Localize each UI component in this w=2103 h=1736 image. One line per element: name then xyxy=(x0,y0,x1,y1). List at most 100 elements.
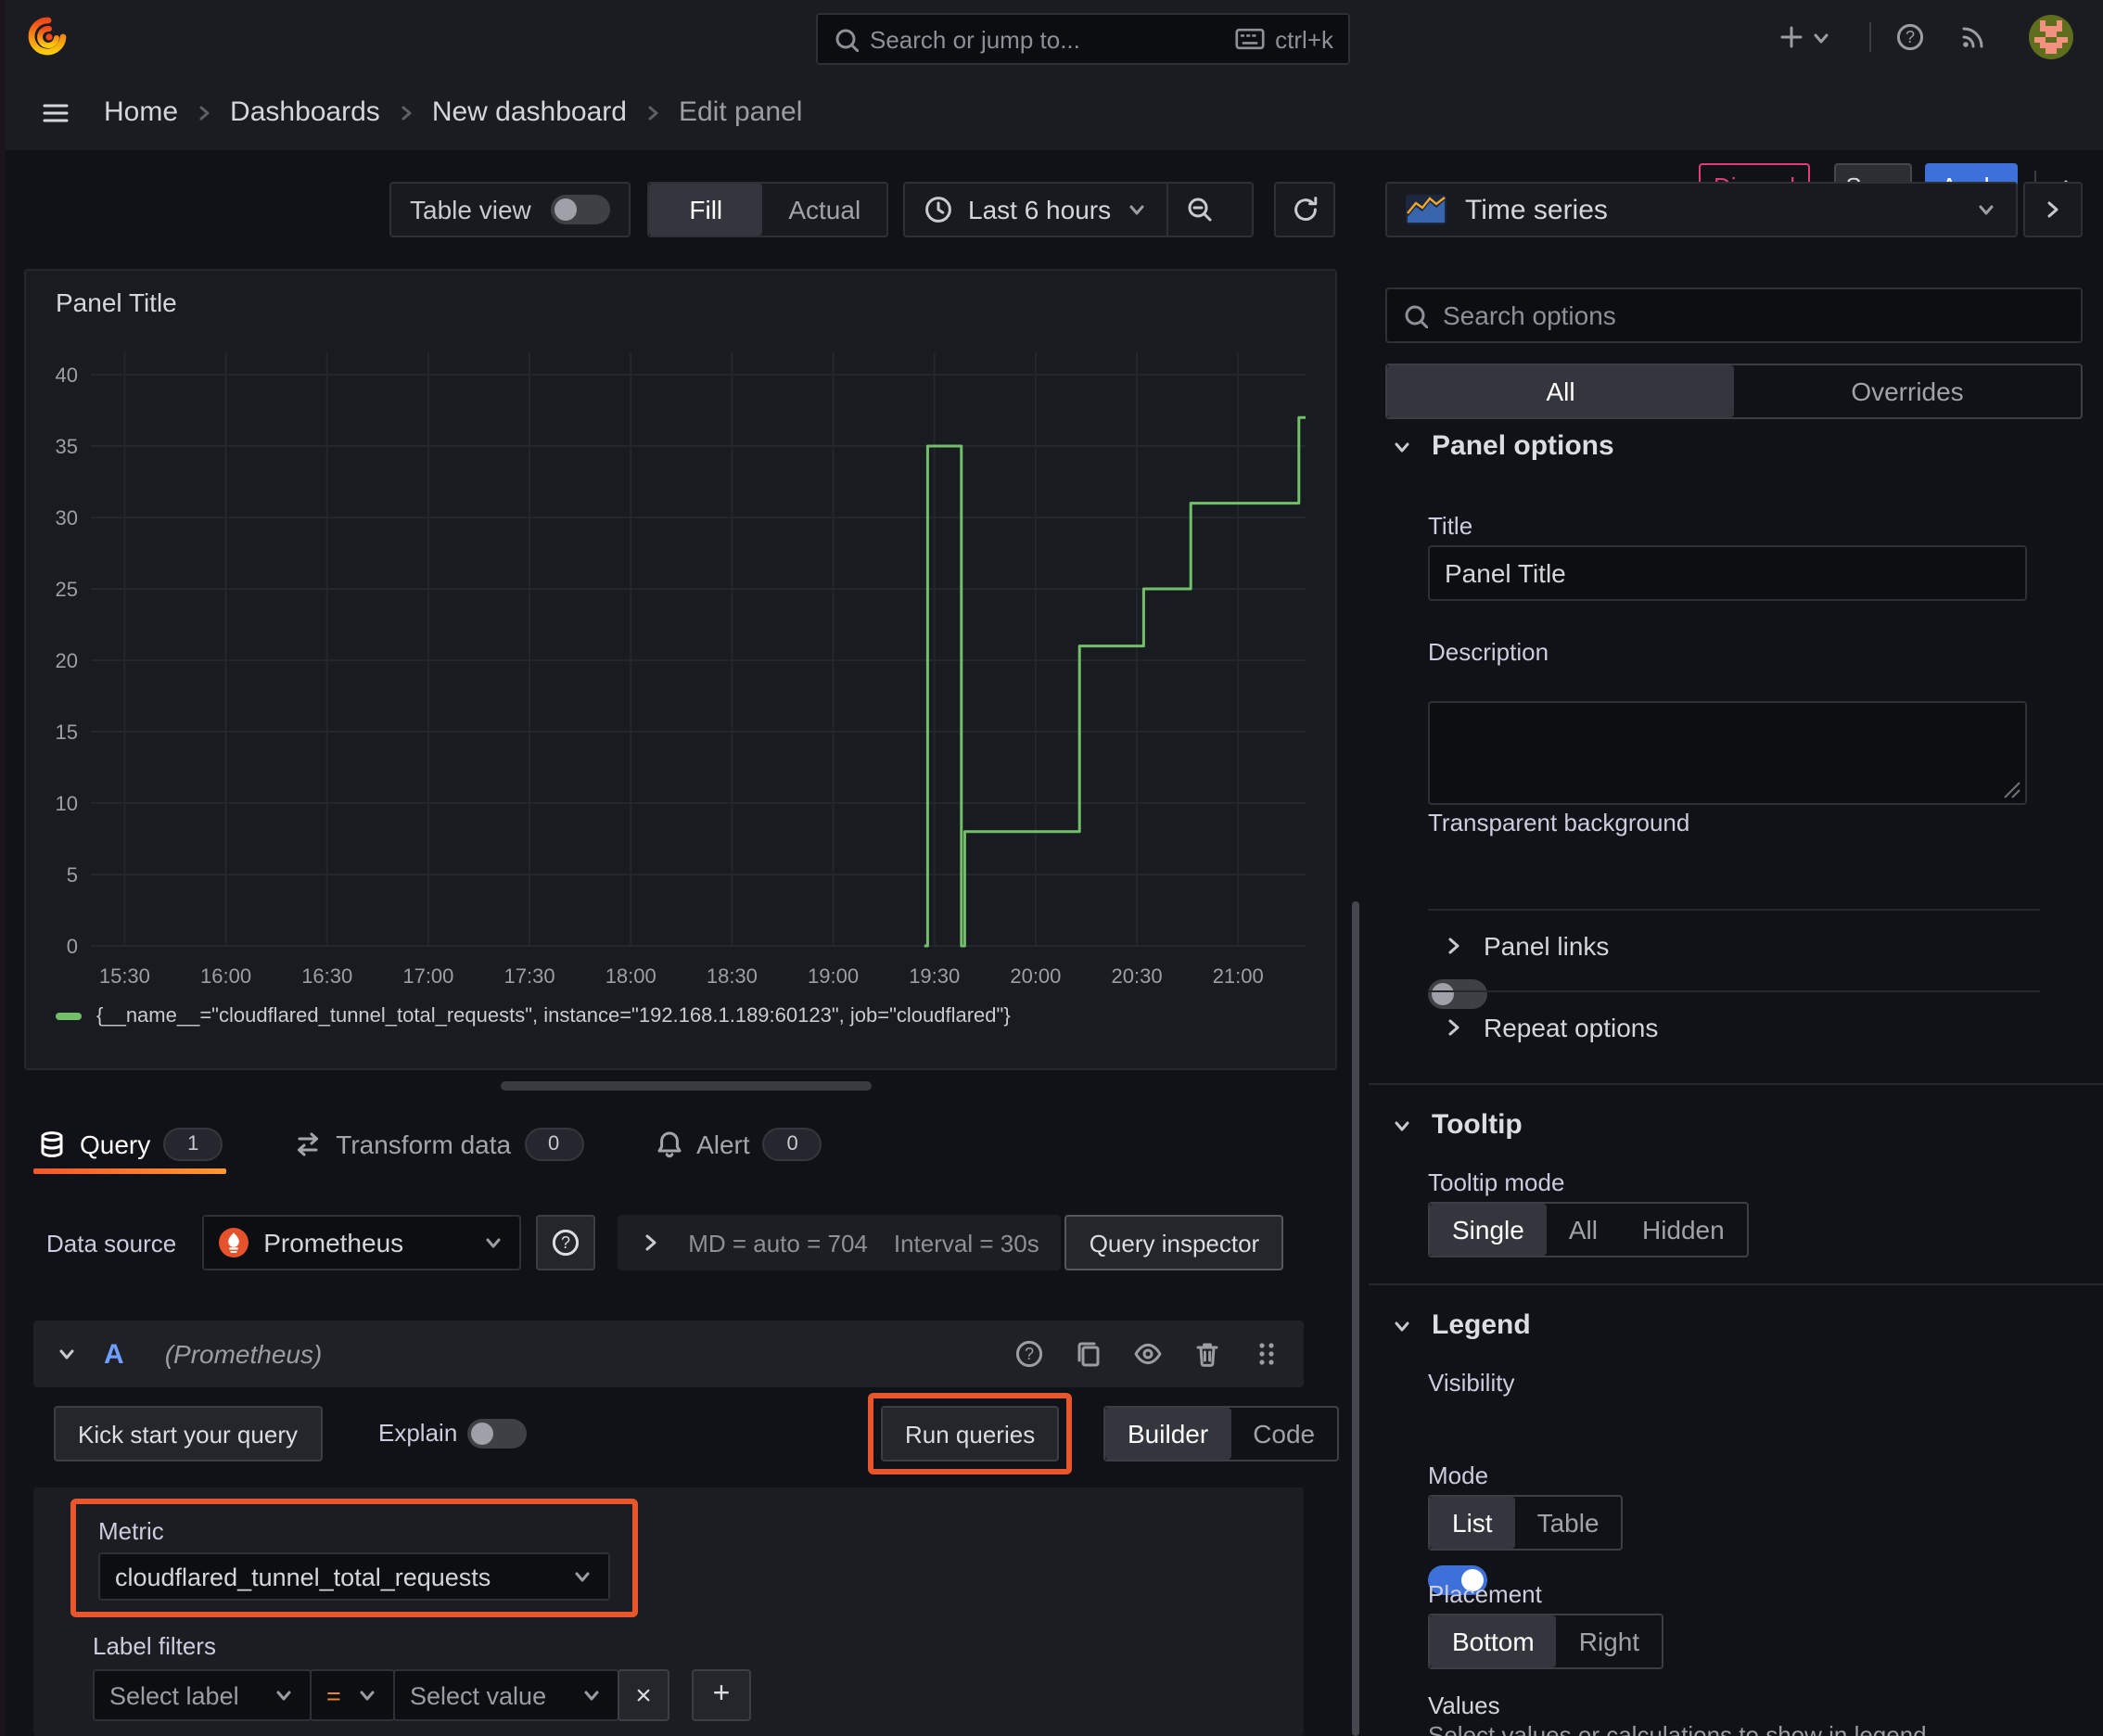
tooltip-mode-switch: Single All Hidden xyxy=(1428,1202,1749,1257)
tooltip-hidden[interactable]: Hidden xyxy=(1620,1204,1747,1256)
placement-bottom[interactable]: Bottom xyxy=(1430,1615,1557,1667)
description-textarea[interactable] xyxy=(1428,701,2027,805)
menu-icon[interactable] xyxy=(41,97,70,127)
select-value-dropdown[interactable]: Select value xyxy=(393,1669,619,1721)
svg-text:40: 40 xyxy=(56,364,78,387)
add-filter-button[interactable]: + xyxy=(692,1669,751,1721)
run-queries-button[interactable]: Run queries xyxy=(881,1406,1060,1462)
panel-links-label: Panel links xyxy=(1484,931,1610,961)
tab-overrides[interactable]: Overrides xyxy=(1734,365,2081,417)
tooltip-single[interactable]: Single xyxy=(1430,1204,1547,1256)
explain-toggle[interactable] xyxy=(467,1419,527,1449)
legend-mode-list[interactable]: List xyxy=(1430,1497,1515,1549)
drag-handle-icon[interactable] xyxy=(1252,1339,1281,1369)
table-view-toggle[interactable] xyxy=(551,195,610,224)
prometheus-icon xyxy=(219,1228,249,1257)
breadcrumb-dashboards[interactable]: Dashboards xyxy=(230,96,380,128)
fill-option[interactable]: Fill xyxy=(649,184,763,236)
title-input[interactable] xyxy=(1428,545,2027,601)
label-filters-label: Label filters xyxy=(93,1632,216,1660)
duplicate-query-icon[interactable] xyxy=(1074,1339,1103,1369)
plus-icon xyxy=(1780,26,1803,48)
repeat-options-collapse[interactable]: Repeat options xyxy=(1443,1013,1658,1042)
select-label-dropdown[interactable]: Select label xyxy=(93,1669,312,1721)
expand-options-icon[interactable] xyxy=(640,1232,662,1254)
refresh-button[interactable] xyxy=(1274,182,1335,237)
alert-count-badge: 0 xyxy=(762,1128,822,1161)
section-legend[interactable]: Legend xyxy=(1391,1309,1531,1341)
chevron-right-icon xyxy=(199,105,210,120)
operator-value: = xyxy=(326,1681,341,1709)
description-label: Description xyxy=(1428,638,1549,666)
table-view-label: Table view xyxy=(410,195,531,224)
legend-mode-table[interactable]: Table xyxy=(1515,1497,1622,1549)
options-search[interactable]: Search options xyxy=(1385,287,2083,343)
svg-text:5: 5 xyxy=(67,863,78,887)
query-inspector-button[interactable]: Query inspector xyxy=(1064,1215,1284,1270)
chevron-down-icon xyxy=(1129,205,1144,215)
svg-text:15:30: 15:30 xyxy=(99,964,150,988)
grafana-logo-icon[interactable] xyxy=(26,17,67,57)
chevron-down-icon xyxy=(360,1691,375,1701)
search-icon xyxy=(1405,305,1428,328)
placement-right[interactable]: Right xyxy=(1557,1615,1662,1667)
panel-options-heading: Panel options xyxy=(1432,430,1614,462)
section-panel-options[interactable]: Panel options xyxy=(1391,430,1614,462)
kickstart-button[interactable]: Kick start your query xyxy=(54,1406,322,1462)
code-option[interactable]: Code xyxy=(1230,1408,1337,1460)
actual-option[interactable]: Actual xyxy=(763,184,886,236)
operator-dropdown[interactable]: = xyxy=(310,1669,395,1721)
delete-query-icon[interactable] xyxy=(1192,1339,1222,1369)
svg-text:19:00: 19:00 xyxy=(808,964,859,988)
zoom-out-button[interactable] xyxy=(1168,184,1231,236)
global-search-input[interactable]: Search or jump to... ctrl+k xyxy=(816,13,1350,65)
builder-option[interactable]: Builder xyxy=(1105,1408,1231,1460)
chevron-down-icon xyxy=(1395,1120,1409,1130)
breadcrumb-home[interactable]: Home xyxy=(104,96,178,128)
user-avatar[interactable] xyxy=(2029,15,2073,59)
metric-select[interactable]: cloudflared_tunnel_total_requests xyxy=(98,1552,610,1601)
chevron-right-icon xyxy=(401,105,412,120)
transparent-bg-toggle[interactable] xyxy=(1428,979,1487,1009)
query-help-icon[interactable]: ? xyxy=(1014,1339,1044,1369)
legend-item[interactable]: {__name__="cloudflared_tunnel_total_requ… xyxy=(56,1005,1011,1028)
breadcrumb-new-dashboard[interactable]: New dashboard xyxy=(432,96,627,128)
datasource-picker[interactable]: Prometheus xyxy=(202,1215,522,1270)
svg-text:20: 20 xyxy=(56,649,78,672)
panel-links-collapse[interactable]: Panel links xyxy=(1443,931,1609,961)
tooltip-all[interactable]: All xyxy=(1547,1204,1620,1256)
select-value-placeholder: Select value xyxy=(410,1681,547,1709)
tab-transform[interactable]: Transform data 0 xyxy=(289,1128,587,1161)
run-queries-highlight: Run queries xyxy=(868,1393,1073,1474)
svg-text:17:00: 17:00 xyxy=(402,964,453,988)
add-new-button[interactable] xyxy=(1777,22,1832,52)
news-button[interactable] xyxy=(1958,22,1988,52)
section-tooltip[interactable]: Tooltip xyxy=(1391,1109,1523,1141)
query-options-strip: MD = auto = 704 Interval = 30s xyxy=(618,1215,1062,1270)
collapse-query-icon[interactable] xyxy=(56,1343,78,1365)
svg-text:35: 35 xyxy=(56,435,78,458)
remove-filter-button[interactable]: × xyxy=(618,1669,669,1721)
help-button[interactable]: ? xyxy=(1895,22,1925,52)
query-row-header[interactable]: A (Prometheus) ? xyxy=(33,1321,1304,1387)
time-range-picker[interactable]: Last 6 hours xyxy=(905,184,1166,236)
placement-label: Placement xyxy=(1428,1580,1542,1608)
toggle-visibility-icon[interactable] xyxy=(1133,1339,1163,1369)
content-scrollbar[interactable] xyxy=(1352,901,1359,1736)
collapse-options-button[interactable] xyxy=(2023,182,2083,237)
timeseries-chart[interactable]: 0 5 10 15 20 25 30 35 40 15:30 16:00 16:30 17:00 17:3… xyxy=(26,338,1339,990)
window-edge xyxy=(0,0,6,1736)
tab-query[interactable]: Query 1 xyxy=(33,1128,227,1174)
viz-picker[interactable]: Time series xyxy=(1385,182,2018,237)
tab-all[interactable]: All xyxy=(1387,365,1734,417)
svg-text:16:30: 16:30 xyxy=(301,964,352,988)
help-circle-icon: ? xyxy=(553,1229,580,1257)
options-tabs: All Overrides xyxy=(1385,364,2083,419)
svg-text:18:00: 18:00 xyxy=(605,964,656,988)
visibility-label: Visibility xyxy=(1428,1369,1515,1397)
svg-text:?: ? xyxy=(1025,1345,1034,1363)
datasource-help-button[interactable]: ? xyxy=(536,1215,596,1270)
resize-handle-icon[interactable] xyxy=(2003,781,2021,799)
pane-resize-handle[interactable] xyxy=(501,1081,872,1091)
tab-alert[interactable]: Alert 0 xyxy=(650,1128,826,1161)
